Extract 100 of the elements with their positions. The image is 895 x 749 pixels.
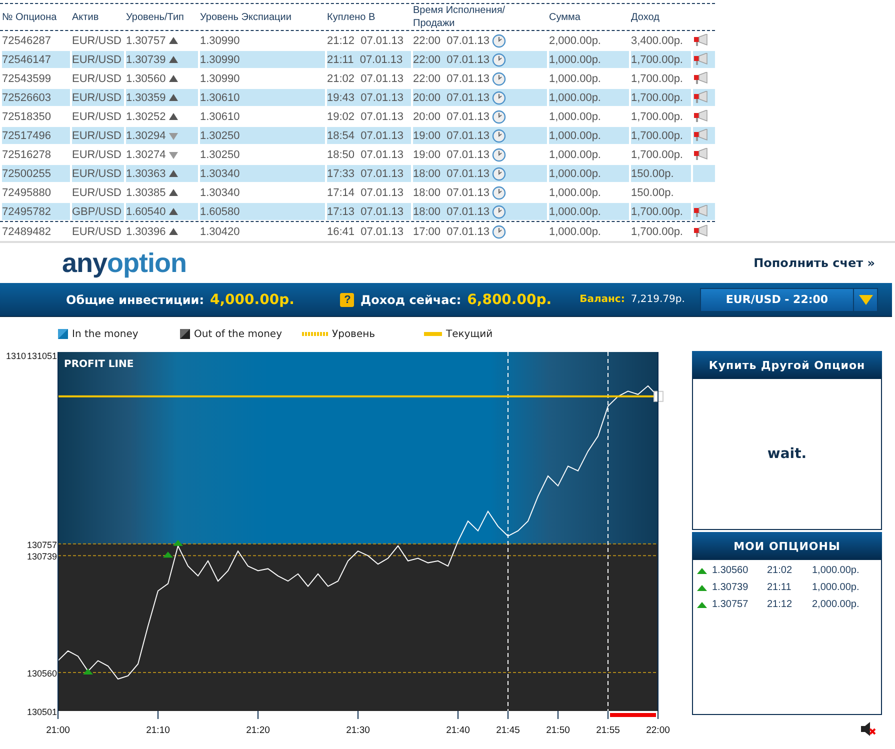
column-header: Время Исполнения/ Продажи <box>413 4 506 30</box>
table-cell-text: EUR/USD <box>72 224 123 240</box>
column-header: Актив <box>72 10 100 24</box>
option-amount: 1,000.00р. <box>812 582 860 593</box>
expiry-time: 17:00 07.01.13 <box>413 226 490 238</box>
megaphone-icon[interactable] <box>693 129 709 142</box>
table-cell-text: 72489482 <box>2 224 52 240</box>
table-cell: 21:11 07.01.13 <box>327 51 411 68</box>
table-cell-text: 1.30340 <box>200 186 241 200</box>
asset-dropdown[interactable]: EUR/USD - 22:00 <box>700 288 878 312</box>
table-cell: 150.00р. <box>631 165 691 182</box>
level-value: 1.30739 <box>126 54 166 66</box>
megaphone-icon[interactable] <box>693 148 709 161</box>
table-cell-text: 72546287 <box>2 34 52 48</box>
table-cell: 1,700.00р. <box>631 89 691 106</box>
megaphone-icon[interactable] <box>693 205 709 218</box>
table-cell: 1,000.00р. <box>549 89 629 106</box>
table-cell: 1,700.00р. <box>631 127 691 144</box>
table-cell: 19:43 07.01.13 <box>327 89 411 106</box>
table-cell: 1.30990 <box>200 51 325 68</box>
table-cell-text: EUR/USD <box>72 72 123 86</box>
table-cell-text: 1.30420 <box>200 224 241 240</box>
table-cell: 1,000.00р. <box>549 203 629 220</box>
table-cell-text: 72518350 <box>2 110 52 124</box>
level-value: 1.30363 <box>126 168 166 180</box>
level-value: 1.60540 <box>126 206 166 218</box>
level-value: 1.30252 <box>126 110 166 122</box>
expiry-time: 19:00 07.01.13 <box>413 130 490 142</box>
table-cell: 1,000.00р. <box>549 165 629 182</box>
y-tick-label: 131051 <box>26 351 57 361</box>
table-cell: 72500255 <box>2 165 70 182</box>
table-cell: EUR/USD <box>72 51 124 68</box>
clock-icon <box>492 224 506 238</box>
level-value: 1.30294 <box>126 130 166 142</box>
table-cell-text: EUR/USD <box>72 110 123 124</box>
table-cell: EUR/USD <box>72 127 124 144</box>
table-cell: 1,000.00р. <box>549 127 629 144</box>
table-cell-text: 21:02 07.01.13 <box>327 72 404 86</box>
table-cell: 1.30340 <box>200 165 325 182</box>
panel-header: Купить Другой Опцион <box>692 351 882 379</box>
axis-label: 1310 <box>6 351 26 361</box>
table-cell: 72495782 <box>2 203 70 220</box>
megaphone-icon[interactable] <box>693 225 709 238</box>
x-tick-label: 21:10 <box>146 725 170 736</box>
table-cell-text: 1,700.00р. <box>631 110 684 124</box>
table-cell: 1,700.00р. <box>631 51 691 68</box>
expiry-time: 20:00 07.01.13 <box>413 110 490 122</box>
expiry-time: 22:00 07.01.13 <box>413 54 490 66</box>
x-tick-label: 21:00 <box>46 725 70 736</box>
table-cell-text: 16:41 07.01.13 <box>327 224 404 240</box>
table-cell-text: 1,700.00р. <box>631 148 684 162</box>
table-cell: 18:54 07.01.13 <box>327 127 411 144</box>
table-cell: 1,000.00р. <box>549 51 629 68</box>
megaphone-icon[interactable] <box>693 53 709 66</box>
legend-swatch <box>58 329 68 339</box>
expiry-time: 22:00 07.01.13 <box>413 34 490 46</box>
option-level: 1.30757 <box>712 599 750 610</box>
purchase-marker <box>83 668 93 674</box>
legend-swatch <box>180 329 190 339</box>
purchase-marker <box>163 552 173 558</box>
table-cell-text: 17:14 07.01.13 <box>327 186 404 200</box>
level-value: 1.30274 <box>126 148 166 160</box>
table-cell-text: EUR/USD <box>72 186 123 200</box>
level-value: 1.30560 <box>126 72 166 84</box>
x-tick-label: 22:00 <box>646 725 670 736</box>
y-tick-label: 130560 <box>26 668 57 678</box>
expiry-time: 19:00 07.01.13 <box>413 148 490 160</box>
muted-speaker-icon[interactable] <box>860 721 876 737</box>
megaphone-icon[interactable] <box>693 34 709 47</box>
column-header: № Опциона <box>2 10 58 24</box>
table-cell: 1,700.00р. <box>631 203 691 220</box>
column-header: Сумма <box>549 10 582 24</box>
option-level: 1.30739 <box>712 582 750 593</box>
table-cell-text: 1.30990 <box>200 34 241 48</box>
option-time: 21:12 <box>767 599 794 610</box>
x-tick-label: 21:45 <box>496 725 520 736</box>
table-cell-text: 1,000.00р. <box>549 186 602 200</box>
clock-icon <box>492 166 506 180</box>
x-tick-label: 21:30 <box>346 725 370 736</box>
income-label: Доход сейчас: <box>360 292 462 306</box>
expiry-time: 20:00 07.01.13 <box>413 92 490 104</box>
option-amount: 2,000.00р. <box>812 599 860 610</box>
clock-icon <box>492 128 506 142</box>
table-cell: 1.60580 <box>200 203 325 220</box>
megaphone-icon[interactable] <box>693 110 709 123</box>
megaphone-icon[interactable] <box>693 72 709 85</box>
y-tick-label: 130757 <box>26 540 57 550</box>
legend-label: Текущий <box>446 328 493 340</box>
y-tick-label: 130501 <box>26 707 57 717</box>
table-cell-text: 2,000.00р. <box>549 34 602 48</box>
deposit-link[interactable]: Пополнить счет » <box>754 256 875 270</box>
table-cell: 72526603 <box>2 89 70 106</box>
help-icon[interactable]: ? <box>340 292 354 306</box>
column-header: Доход <box>631 10 660 24</box>
table-cell: 17:13 07.01.13 <box>327 203 411 220</box>
megaphone-icon[interactable] <box>693 91 709 104</box>
dropdown-caret-icon <box>858 294 872 304</box>
x-tick-label: 21:20 <box>246 725 270 736</box>
closing-period-bar <box>610 713 656 717</box>
clock-icon <box>492 52 506 66</box>
